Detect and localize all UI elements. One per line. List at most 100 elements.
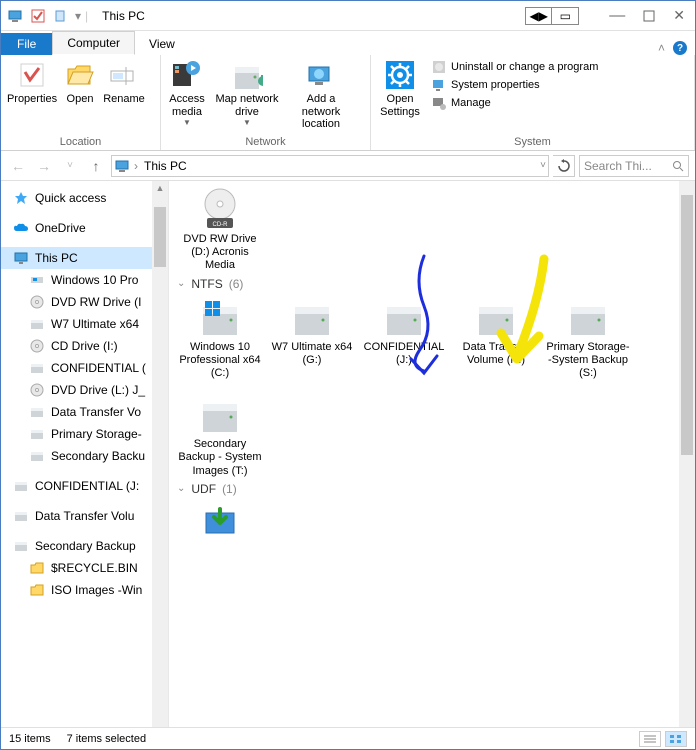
install-disc-icon <box>196 502 244 542</box>
breadcrumb-this-pc[interactable]: This PC <box>142 159 189 173</box>
open-settings-button[interactable]: Open Settings <box>375 57 425 118</box>
sidebar-recycle[interactable]: $RECYCLE.BIN <box>1 557 168 579</box>
manage-button[interactable]: Manage <box>431 95 491 111</box>
tile-udf-item[interactable] <box>177 502 263 546</box>
nav-tab-right-icon[interactable]: ▭ <box>552 8 578 24</box>
chevron-up-icon[interactable]: ˄ <box>658 41 665 55</box>
content-pane: CD-R DVD RW Drive (D:) Acronis Media ⌄ N… <box>169 181 695 729</box>
sidebar-item-cd[interactable]: CD Drive (I:) <box>1 335 168 357</box>
system-drive-icon <box>196 297 244 337</box>
drive-icon <box>29 448 45 464</box>
addr-dropdown-icon[interactable]: ˅ <box>540 160 546 171</box>
pc-icon <box>13 250 29 266</box>
rename-button[interactable]: Rename <box>101 57 147 106</box>
drive-icon <box>564 297 612 337</box>
sidebar-item-win10[interactable]: Windows 10 Pro <box>1 269 168 291</box>
sidebar-item-confidential[interactable]: CONFIDENTIAL ( <box>1 357 168 379</box>
map-drive-icon <box>231 59 263 91</box>
drive-icon <box>29 426 45 442</box>
explorer-body: Quick access OneDrive This PC Windows 10… <box>1 181 695 729</box>
system-properties-button[interactable]: System properties <box>431 77 540 93</box>
search-input[interactable]: Search Thi... <box>579 155 689 177</box>
drive-icon <box>29 272 45 288</box>
cloud-icon <box>13 220 29 236</box>
breadcrumb-bar[interactable]: › This PC ˅ <box>111 155 549 177</box>
group-ntfs[interactable]: ⌄ NTFS (6) <box>177 277 695 291</box>
sidebar-iso[interactable]: ISO Images -Win <box>1 579 168 601</box>
details-view-button[interactable] <box>639 731 661 747</box>
ribbon: Properties Open Rename Location Access m… <box>1 55 695 151</box>
drive-icon <box>13 478 29 494</box>
settings-gear-icon <box>384 59 416 91</box>
drive-icon <box>29 360 45 376</box>
chevron-down-icon: ⌄ <box>177 483 185 494</box>
tile-windows10[interactable]: Windows 10 Professional x64 (C:) <box>177 297 263 381</box>
properties-icon <box>16 59 48 91</box>
folder-icon <box>29 582 45 598</box>
titlebar: ▾ | This PC ◀▶ ▭ — ✕ <box>1 1 695 31</box>
tile-confidential[interactable]: CONFIDENTIAL (J:) <box>361 297 447 381</box>
up-button[interactable]: ↑ <box>85 155 107 177</box>
sidebar-item-dvd-l[interactable]: DVD Drive (L:) J_ <box>1 379 168 401</box>
media-icon <box>171 59 203 91</box>
drive-icon <box>472 297 520 337</box>
sidebar-sb-root[interactable]: Secondary Backup <box>1 535 168 557</box>
open-button[interactable]: Open <box>61 57 99 106</box>
chevron-right-icon[interactable]: › <box>134 159 138 173</box>
icons-view-button[interactable] <box>665 731 687 747</box>
tile-datatransfer[interactable]: Data Transfer Volume (N:) <box>453 297 539 381</box>
manage-icon <box>431 95 447 111</box>
sidebar-item-dvdrw[interactable]: DVD RW Drive (I <box>1 291 168 313</box>
minimize-button[interactable]: — <box>609 7 625 25</box>
tile-w7[interactable]: W7 Ultimate x64 (G:) <box>269 297 355 381</box>
pc-icon <box>7 8 23 24</box>
help-icon[interactable]: ? <box>673 41 687 55</box>
nav-tab-left-icon[interactable]: ◀▶ <box>526 8 552 24</box>
group-label-location: Location <box>5 136 156 150</box>
recent-dropdown[interactable]: ˅ <box>59 155 81 177</box>
sidebar-item-primary[interactable]: Primary Storage- <box>1 423 168 445</box>
tile-secondary[interactable]: Secondary Backup - System Images (T:) <box>177 394 263 478</box>
window-title: This PC <box>102 9 145 23</box>
new-item-icon[interactable] <box>53 9 67 23</box>
maximize-button[interactable] <box>643 10 655 22</box>
search-icon <box>672 160 684 172</box>
sidebar-item-secondary[interactable]: Secondary Backu <box>1 445 168 467</box>
refresh-button[interactable] <box>553 155 575 177</box>
computer-tab[interactable]: Computer <box>52 31 135 55</box>
close-button[interactable]: ✕ <box>673 7 685 24</box>
map-network-drive-button[interactable]: Map network drive▼ <box>211 57 283 127</box>
disc-drive-icon: CD-R <box>196 189 244 229</box>
sidebar-dtv-root[interactable]: Data Transfer Volu <box>1 505 168 527</box>
uninstall-program-button[interactable]: Uninstall or change a program <box>431 59 598 75</box>
file-tab[interactable]: File <box>1 33 52 55</box>
drive-icon <box>29 404 45 420</box>
sidebar-this-pc[interactable]: This PC <box>1 247 168 269</box>
qat-dropdown-icon[interactable]: ▾ <box>75 9 81 23</box>
content-scrollbar[interactable] <box>679 181 695 729</box>
group-label-network: Network <box>165 136 366 150</box>
disc-icon <box>29 294 45 310</box>
svg-text:CD-R: CD-R <box>213 222 229 228</box>
add-network-location-button[interactable]: Add a network location <box>285 57 357 131</box>
status-item-count: 15 items <box>9 733 51 745</box>
sidebar-confidential-root[interactable]: CONFIDENTIAL (J: <box>1 475 168 497</box>
rename-icon <box>108 59 140 91</box>
quick-access-toolbar: ▾ <box>1 8 81 24</box>
sidebar-item-w7[interactable]: W7 Ultimate x64 <box>1 313 168 335</box>
sidebar-item-datatransfer[interactable]: Data Transfer Vo <box>1 401 168 423</box>
view-tab[interactable]: View <box>135 32 189 55</box>
properties-button[interactable]: Properties <box>5 57 59 106</box>
tile-dvd-rw[interactable]: CD-R DVD RW Drive (D:) Acronis Media <box>177 189 263 273</box>
back-button[interactable]: ← <box>7 155 29 177</box>
tile-primary[interactable]: Primary Storage--System Backup (S:) <box>545 297 631 381</box>
group-udf[interactable]: ⌄ UDF (1) <box>177 482 695 496</box>
access-media-button[interactable]: Access media▼ <box>165 57 209 127</box>
sidebar-onedrive[interactable]: OneDrive <box>1 217 168 239</box>
sidebar-quick-access[interactable]: Quick access <box>1 187 168 209</box>
checkbox-qat-icon[interactable] <box>31 9 45 23</box>
forward-button[interactable]: → <box>33 155 55 177</box>
folder-icon <box>29 560 45 576</box>
sidebar-scrollbar[interactable]: ▲ <box>152 181 168 729</box>
titlebar-extra-controls: ◀▶ ▭ <box>525 7 579 25</box>
